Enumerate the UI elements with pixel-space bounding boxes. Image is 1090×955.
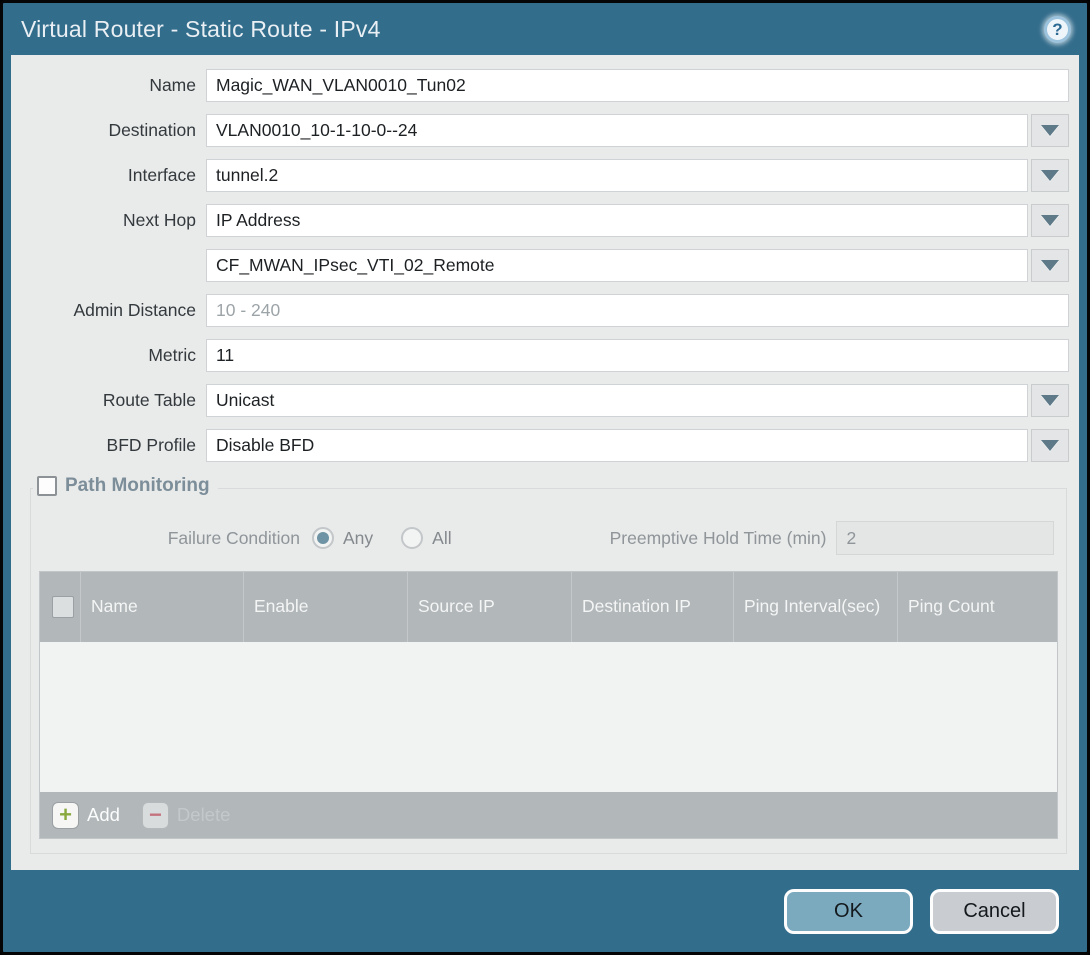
destination-dropdown-button[interactable] xyxy=(1031,114,1069,147)
dialog-title: Virtual Router - Static Route - IPv4 xyxy=(21,16,381,43)
name-row: Name xyxy=(11,69,1069,102)
select-all-checkbox[interactable] xyxy=(52,596,74,618)
path-monitoring-checkbox[interactable] xyxy=(37,476,57,496)
titlebar: Virtual Router - Static Route - IPv4 ? xyxy=(3,3,1087,55)
path-monitoring-section: Path Monitoring Failure Condition Any Al… xyxy=(30,488,1067,854)
column-header-destination-ip[interactable]: Destination IP xyxy=(571,572,733,642)
next-hop-dropdown-button[interactable] xyxy=(1031,204,1069,237)
failure-condition-any-radio[interactable] xyxy=(312,527,334,549)
chevron-down-icon xyxy=(1041,125,1059,136)
destination-label: Destination xyxy=(11,120,206,141)
name-input[interactable] xyxy=(206,69,1069,102)
cancel-button[interactable]: Cancel xyxy=(930,889,1059,934)
chevron-down-icon xyxy=(1041,260,1059,271)
chevron-down-icon xyxy=(1041,215,1059,226)
bfd-profile-label: BFD Profile xyxy=(11,435,206,456)
table-header-row: Name Enable Source IP Destination IP Pin… xyxy=(40,572,1057,642)
admin-distance-row: Admin Distance xyxy=(11,294,1069,327)
failure-condition-row: Failure Condition Any All Preemptive Hol… xyxy=(37,521,1056,555)
admin-distance-label: Admin Distance xyxy=(11,300,206,321)
interface-dropdown-button[interactable] xyxy=(1031,159,1069,192)
next-hop-type-input[interactable] xyxy=(206,204,1028,237)
path-monitoring-legend: Path Monitoring xyxy=(33,475,218,497)
failure-condition-label: Failure Condition xyxy=(37,528,312,549)
preemptive-hold-time-label: Preemptive Hold Time (min) xyxy=(610,528,827,549)
column-header-enable[interactable]: Enable xyxy=(243,572,407,642)
path-monitoring-title: Path Monitoring xyxy=(65,475,210,497)
next-hop-address-dropdown-button[interactable] xyxy=(1031,249,1069,282)
dialog-body: Name Destination Interface Next Hop xyxy=(11,55,1079,870)
chevron-down-icon xyxy=(1041,440,1059,451)
plus-icon: + xyxy=(52,802,79,829)
add-button[interactable]: + Add xyxy=(52,802,120,829)
column-header-name[interactable]: Name xyxy=(80,572,243,642)
table-body-empty xyxy=(40,642,1057,792)
chevron-down-icon xyxy=(1041,395,1059,406)
metric-label: Metric xyxy=(11,345,206,366)
path-monitoring-table: Name Enable Source IP Destination IP Pin… xyxy=(39,571,1058,839)
name-label: Name xyxy=(11,75,206,96)
next-hop-row: Next Hop xyxy=(11,204,1069,237)
column-header-source-ip[interactable]: Source IP xyxy=(407,572,571,642)
help-icon[interactable]: ? xyxy=(1044,16,1071,43)
dialog-footer: OK Cancel xyxy=(3,870,1087,952)
static-route-dialog: Virtual Router - Static Route - IPv4 ? N… xyxy=(0,0,1090,955)
bfd-profile-row: BFD Profile xyxy=(11,429,1069,462)
delete-button-label: Delete xyxy=(177,804,230,826)
metric-input[interactable] xyxy=(206,339,1069,372)
failure-condition-all-label: All xyxy=(432,528,451,549)
table-toolbar: + Add − Delete xyxy=(40,792,1057,838)
route-table-input[interactable] xyxy=(206,384,1028,417)
chevron-down-icon xyxy=(1041,170,1059,181)
bfd-profile-input[interactable] xyxy=(206,429,1028,462)
metric-row: Metric xyxy=(11,339,1069,372)
admin-distance-input[interactable] xyxy=(206,294,1069,327)
select-all-cell xyxy=(40,572,80,642)
interface-input[interactable] xyxy=(206,159,1028,192)
ok-button[interactable]: OK xyxy=(784,889,913,934)
route-table-label: Route Table xyxy=(11,390,206,411)
next-hop-address-row xyxy=(11,249,1069,282)
add-button-label: Add xyxy=(87,804,120,826)
bfd-profile-dropdown-button[interactable] xyxy=(1031,429,1069,462)
failure-condition-all-radio[interactable] xyxy=(401,527,423,549)
destination-row: Destination xyxy=(11,114,1069,147)
minus-icon: − xyxy=(142,802,169,829)
interface-row: Interface xyxy=(11,159,1069,192)
next-hop-address-input[interactable] xyxy=(206,249,1028,282)
next-hop-label: Next Hop xyxy=(11,210,206,231)
failure-condition-any-label: Any xyxy=(343,528,373,549)
interface-label: Interface xyxy=(11,165,206,186)
route-table-dropdown-button[interactable] xyxy=(1031,384,1069,417)
delete-button[interactable]: − Delete xyxy=(142,802,230,829)
radio-selected-dot xyxy=(317,532,329,544)
column-header-ping-interval[interactable]: Ping Interval(sec) xyxy=(733,572,897,642)
route-table-row: Route Table xyxy=(11,384,1069,417)
preemptive-hold-time-input[interactable] xyxy=(836,521,1054,555)
column-header-ping-count[interactable]: Ping Count xyxy=(897,572,1057,642)
destination-input[interactable] xyxy=(206,114,1028,147)
